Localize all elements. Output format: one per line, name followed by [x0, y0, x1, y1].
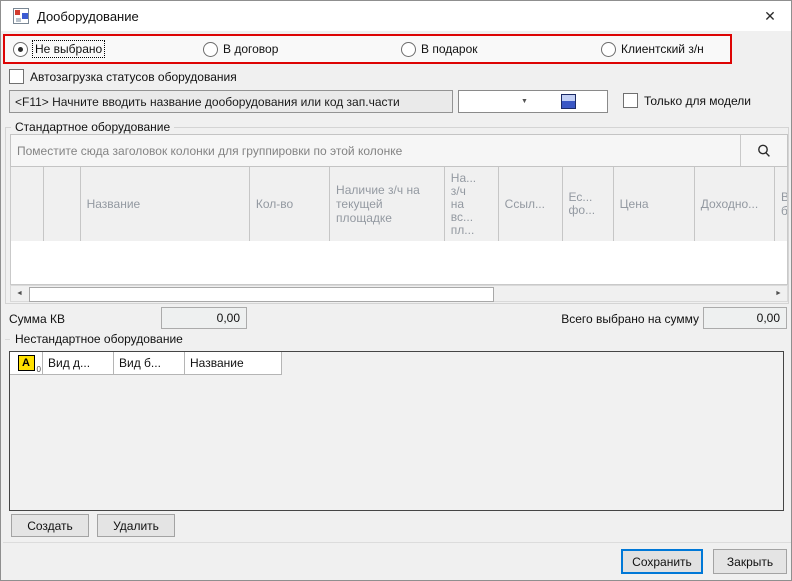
filter-a-icon: A: [18, 355, 35, 371]
nonstandard-equipment-title: Нестандартное оборудование: [11, 332, 187, 346]
groupby-hint-text: Поместите сюда заголовок колонки для гру…: [17, 144, 402, 158]
radio-not-selected[interactable]: Не выбрано: [13, 41, 104, 57]
checkbox-icon: [9, 69, 24, 84]
kv-sum-field: 0,00: [161, 307, 247, 329]
filter-count: 0: [37, 365, 41, 374]
close-button[interactable]: Закрыть: [713, 549, 787, 574]
close-icon: ✕: [764, 8, 776, 25]
column-header-photo[interactable]: Ес... фо...: [563, 167, 614, 241]
radio-label: В подарок: [421, 42, 478, 56]
window-title: Дооборудование: [37, 9, 139, 24]
only-for-model-label: Только для модели: [644, 94, 751, 108]
kv-sum-label: Сумма КВ: [9, 312, 65, 326]
ns-column-header-name[interactable]: Название: [185, 352, 282, 374]
total-selected-field: 0,00: [703, 307, 787, 329]
equipment-search-input[interactable]: [9, 90, 453, 113]
autoload-statuses-checkbox[interactable]: Автозагрузка статусов оборудования: [9, 69, 237, 84]
radio-label: Не выбрано: [33, 41, 104, 57]
search-icon: [756, 143, 772, 159]
delete-button[interactable]: Удалить: [97, 514, 175, 537]
title-bar: Дооборудование ✕: [1, 1, 791, 31]
radio-circle-icon: [601, 42, 616, 57]
column-header-indicator[interactable]: [11, 167, 44, 241]
order-type-radio-group: Не выбрано В договор В подарок Клиентски…: [3, 34, 732, 64]
column-header-qty[interactable]: Кол-во: [250, 167, 330, 241]
radio-as-gift[interactable]: В подарок: [401, 42, 478, 57]
checkbox-icon: [623, 93, 638, 108]
only-for-model-checkbox[interactable]: Только для модели: [623, 93, 751, 108]
column-header-profit[interactable]: Доходно...: [695, 167, 775, 241]
scroll-right-button[interactable]: ►: [770, 286, 787, 301]
ns-column-header-kind-d[interactable]: Вид д...: [43, 352, 114, 374]
standard-grid-header: Название Кол-во Наличие з/ч на текущей п…: [10, 167, 788, 241]
ns-column-header-kind-b[interactable]: Вид б...: [114, 352, 185, 374]
radio-to-contract[interactable]: В договор: [203, 42, 278, 57]
app-icon-red-square: [15, 10, 20, 15]
column-header-price[interactable]: Цена: [614, 167, 695, 241]
app-icon-blue-square: [22, 13, 28, 19]
radio-circle-icon: [401, 42, 416, 57]
groupby-drop-area[interactable]: Поместите сюда заголовок колонки для гру…: [10, 134, 788, 167]
app-icon-gray-square: [16, 18, 21, 22]
standard-grid-hscrollbar[interactable]: ◄ ►: [10, 285, 788, 302]
scroll-left-icon: ◄: [16, 290, 23, 297]
column-header-stock-all[interactable]: На... з/ч на вс... пл...: [445, 167, 499, 241]
column-header-business-type[interactable]: Вид бизнеса: [775, 167, 787, 241]
autoload-statuses-label: Автозагрузка статусов оборудования: [30, 70, 237, 84]
nonstandard-grid[interactable]: A 0 Вид д... Вид б... Название: [9, 351, 784, 511]
dialog-window: Дооборудование ✕ Не выбрано В договор В …: [0, 0, 792, 581]
nonstandard-grid-header: A 0 Вид д... Вид б... Название: [10, 352, 282, 375]
column-header-checkbox[interactable]: [44, 167, 81, 241]
groupbox-border-fragment: [5, 339, 10, 340]
grid-search-button[interactable]: [740, 135, 787, 166]
save-button[interactable]: Сохранить: [621, 549, 703, 574]
radio-label: Клиентский з/н: [621, 42, 704, 56]
model-combo[interactable]: ▼: [458, 90, 608, 113]
column-header-link[interactable]: Ссыл...: [499, 167, 563, 241]
app-icon: [13, 8, 29, 24]
standard-equipment-title: Стандартное оборудование: [11, 120, 174, 134]
standard-grid-rows[interactable]: [10, 241, 788, 285]
close-window-button[interactable]: ✕: [749, 1, 791, 31]
grid-filter-badge-button[interactable]: A 0: [10, 352, 43, 374]
radio-label: В договор: [223, 42, 278, 56]
scroll-right-icon: ►: [775, 290, 782, 297]
total-selected-label: Всего выбрано на сумму: [513, 312, 699, 326]
scrollbar-thumb[interactable]: [29, 287, 494, 302]
column-header-name[interactable]: Название: [81, 167, 250, 241]
radio-circle-selected-icon: [13, 42, 28, 57]
radio-circle-icon: [203, 42, 218, 57]
column-header-stock-current[interactable]: Наличие з/ч на текущей площадке: [330, 167, 445, 241]
create-button[interactable]: Создать: [11, 514, 89, 537]
combo-detail-button[interactable]: [561, 94, 576, 109]
footer-divider: [3, 542, 791, 543]
scroll-left-button[interactable]: ◄: [11, 286, 28, 301]
radio-client-order[interactable]: Клиентский з/н: [601, 42, 704, 57]
chevron-down-icon: ▼: [521, 98, 528, 105]
